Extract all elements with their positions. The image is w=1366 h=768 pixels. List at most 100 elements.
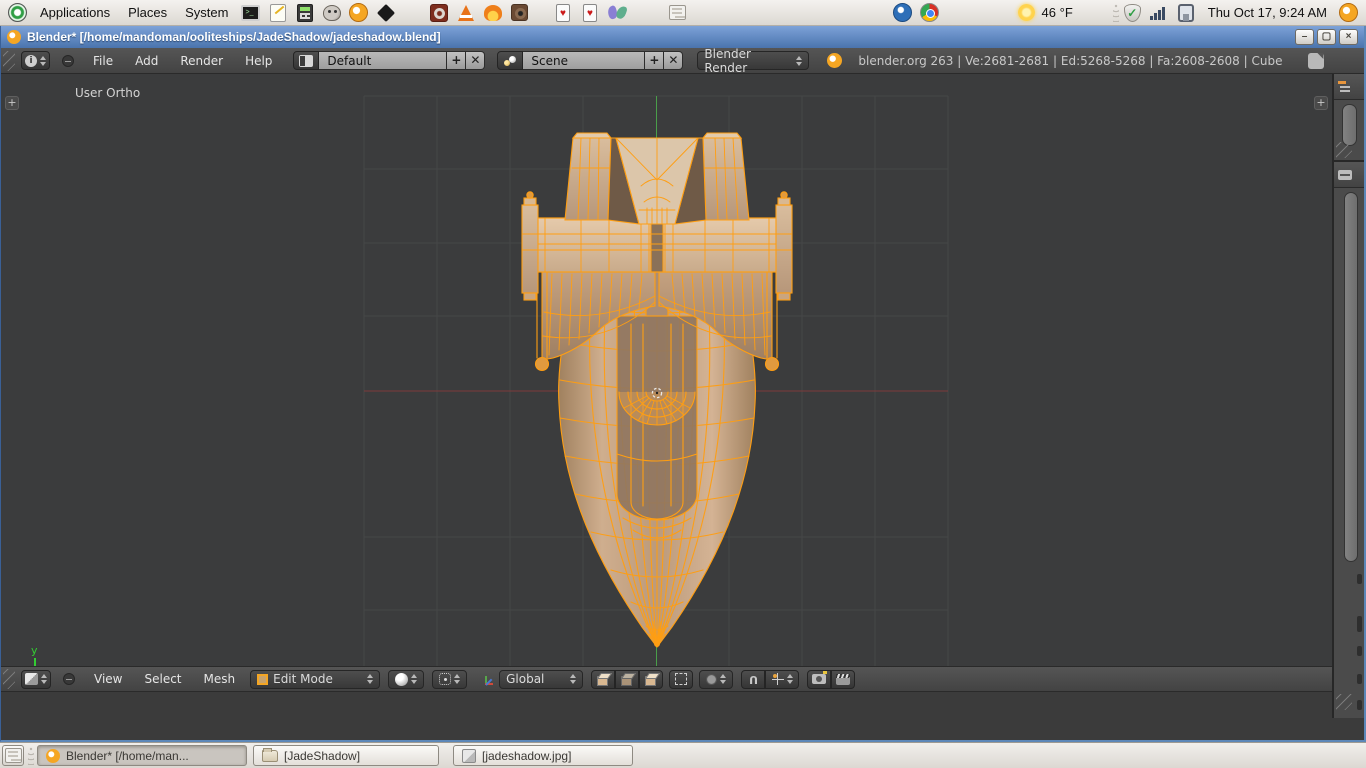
add-menu[interactable]: Add: [124, 54, 169, 68]
render-menu[interactable]: Render: [169, 54, 234, 68]
mode-value: Edit Mode: [273, 672, 333, 686]
properties-icon: [1338, 170, 1352, 180]
clock-applet[interactable]: Thu Oct 17, 9:24 AM: [1200, 5, 1335, 20]
proportional-edit-dropdown[interactable]: [699, 670, 733, 689]
select-menu[interactable]: Select: [133, 672, 192, 686]
speaker-app-launcher-icon[interactable]: [509, 2, 530, 23]
card-game-2-launcher-icon[interactable]: ♥: [579, 2, 600, 23]
duplicate-window-icon[interactable]: [1308, 53, 1324, 69]
maximize-button[interactable]: ▢: [1317, 29, 1336, 45]
view-menu[interactable]: View: [83, 672, 133, 686]
viewport-canvas[interactable]: y x: [1, 74, 1332, 666]
pivot-icon: [439, 673, 451, 685]
outliner-header[interactable]: [1334, 74, 1364, 100]
taskbar-window-blender[interactable]: Blender* [/home/man...: [37, 745, 247, 766]
file-menu[interactable]: File: [82, 54, 124, 68]
text-editor-launcher-icon[interactable]: [267, 2, 288, 23]
scene-name-field[interactable]: Scene: [523, 51, 645, 70]
system-menu[interactable]: System: [176, 0, 237, 25]
butterfly-app-launcher-icon[interactable]: [606, 2, 627, 23]
snap-toggle-button[interactable]: U: [741, 670, 765, 689]
wireframe-model[interactable]: [522, 133, 792, 647]
applications-menu[interactable]: Applications: [31, 0, 119, 25]
update-shield-icon[interactable]: ✓: [1122, 2, 1143, 23]
taskbar-window-label: [jadeshadow.jpg]: [482, 749, 571, 763]
minimize-button[interactable]: –: [1295, 29, 1314, 45]
terminal-launcher-icon[interactable]: >_: [240, 2, 261, 23]
taskbar-window-jadeshadow-image[interactable]: [jadeshadow.jpg]: [453, 745, 633, 766]
taskbar-drag-handle[interactable]: [28, 747, 34, 765]
blender-logo-icon[interactable]: [827, 53, 842, 68]
network-signal-icon[interactable]: [1149, 2, 1170, 23]
editor-resize-grip[interactable]: [3, 51, 15, 71]
add-scene-button[interactable]: +: [645, 51, 664, 70]
viewport-3d[interactable]: y x User Ortho (1) Cube + +: [1, 74, 1332, 666]
viewport-shading-dropdown[interactable]: [388, 670, 424, 689]
show-desktop-button[interactable]: [2, 745, 24, 766]
transform-orientation-dropdown[interactable]: Global: [499, 670, 583, 689]
camera-icon: [812, 674, 826, 684]
tray-blender-icon[interactable]: [1338, 2, 1359, 23]
properties-shelf-toggle[interactable]: +: [1314, 96, 1328, 110]
vertex-select-button[interactable]: [591, 670, 615, 689]
panel-nub: [1357, 574, 1362, 584]
scene-browse-button[interactable]: [497, 51, 523, 70]
properties-editor-header[interactable]: [1334, 162, 1364, 188]
card-game-launcher-icon[interactable]: ♥: [552, 2, 573, 23]
mode-dropdown[interactable]: Edit Mode: [250, 670, 380, 689]
mesh-menu[interactable]: Mesh: [193, 672, 247, 686]
calculator-launcher-icon[interactable]: [294, 2, 315, 23]
editor-type-selector[interactable]: [21, 670, 51, 689]
inkscape-launcher-icon[interactable]: [375, 2, 396, 23]
audio-app-launcher-icon[interactable]: [482, 2, 503, 23]
gimp-launcher-icon[interactable]: [321, 2, 342, 23]
face-select-button[interactable]: [639, 670, 663, 689]
screen-layout-name-field[interactable]: Default: [319, 51, 447, 70]
thunderbird-launcher-icon[interactable]: [892, 2, 913, 23]
weather-temperature[interactable]: 46 °F: [1040, 5, 1079, 20]
properties-scrollbar[interactable]: [1344, 192, 1358, 562]
weather-sun-icon[interactable]: [1016, 2, 1037, 23]
battery-icon[interactable]: [1176, 2, 1197, 23]
vlc-launcher-icon[interactable]: [455, 2, 476, 23]
panel-nub: [1357, 646, 1362, 656]
help-menu[interactable]: Help: [234, 54, 283, 68]
pivot-point-dropdown[interactable]: [432, 670, 467, 689]
manipulator-axes-icon[interactable]: [479, 672, 493, 686]
outliner-resize-grip[interactable]: [1336, 142, 1352, 158]
editor-type-selector[interactable]: i: [21, 51, 50, 70]
snap-element-dropdown[interactable]: [765, 670, 799, 689]
tray-drag-handle[interactable]: [1113, 4, 1119, 22]
editor-resize-grip[interactable]: [3, 669, 15, 689]
window-app-launcher-icon[interactable]: [667, 2, 688, 23]
delete-layout-button[interactable]: ✕: [466, 51, 485, 70]
collapse-menus-icon[interactable]: [63, 673, 75, 685]
properties-resize-grip[interactable]: [1336, 694, 1352, 710]
render-opengl-anim-button[interactable]: [831, 670, 855, 689]
chrome-launcher-icon[interactable]: [919, 2, 940, 23]
render-engine-dropdown[interactable]: Blender Render: [697, 51, 809, 70]
scene-icon: [503, 55, 517, 67]
blender-launcher-icon[interactable]: [348, 2, 369, 23]
delete-scene-button[interactable]: ✕: [664, 51, 683, 70]
render-opengl-button[interactable]: [807, 670, 831, 689]
outliner-scrollbar[interactable]: [1342, 104, 1357, 146]
edge-select-button[interactable]: [615, 670, 639, 689]
outliner-body[interactable]: [1334, 100, 1364, 160]
chevron-updown-icon: [570, 674, 576, 684]
disc-burner-launcher-icon[interactable]: [428, 2, 449, 23]
shading-sphere-icon: [395, 673, 408, 686]
screen-layout-browse-button[interactable]: [293, 51, 319, 70]
places-menu[interactable]: Places: [119, 0, 176, 25]
close-button[interactable]: ×: [1339, 29, 1358, 45]
distro-logo-icon[interactable]: [7, 2, 28, 23]
collapse-menus-icon[interactable]: [62, 55, 74, 67]
magnet-icon: U: [749, 673, 758, 685]
add-layout-button[interactable]: +: [447, 51, 466, 70]
properties-body[interactable]: [1334, 188, 1364, 716]
limit-to-visible-button[interactable]: [669, 670, 693, 689]
window-titlebar[interactable]: Blender* [/home/mandoman/ooliteships/Jad…: [1, 26, 1364, 48]
taskbar-window-jadeshadow-folder[interactable]: [JadeShadow]: [253, 745, 439, 766]
tool-shelf-toggle[interactable]: +: [5, 96, 19, 110]
clapperboard-icon: [836, 674, 850, 685]
